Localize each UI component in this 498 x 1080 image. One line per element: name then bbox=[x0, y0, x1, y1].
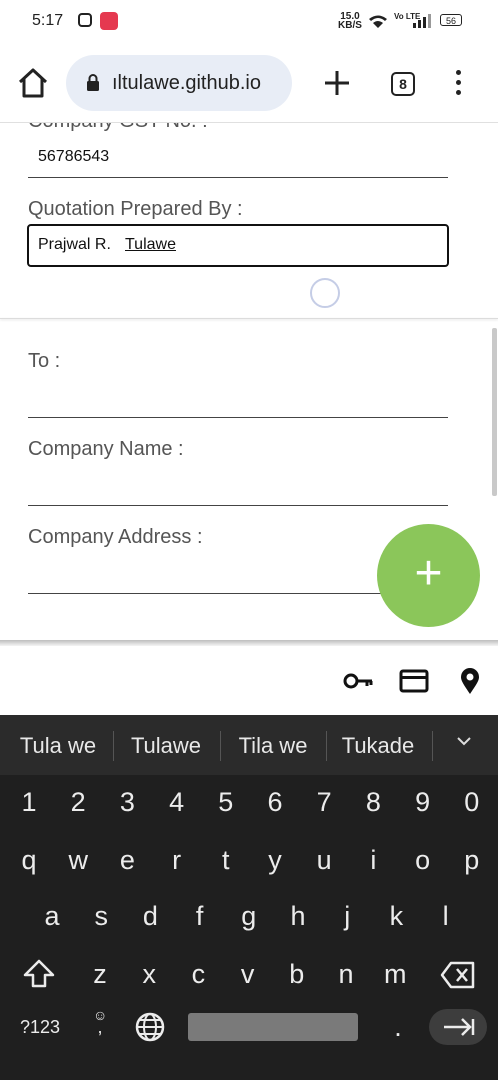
tab-switcher-button[interactable]: 8 bbox=[391, 72, 415, 96]
network-speed: 15.0 KB/S bbox=[338, 11, 362, 31]
key-z[interactable]: z bbox=[80, 954, 120, 994]
key-s[interactable]: s bbox=[81, 896, 121, 936]
key-w[interactable]: w bbox=[58, 840, 98, 880]
wifi-icon bbox=[369, 15, 387, 28]
backspace-icon[interactable] bbox=[440, 961, 476, 989]
key-n[interactable]: n bbox=[326, 954, 366, 994]
shift-icon[interactable] bbox=[22, 958, 56, 990]
status-time: 5:17 bbox=[32, 12, 64, 29]
suggestion-1[interactable]: Tula we bbox=[10, 733, 106, 759]
add-button[interactable]: + bbox=[377, 524, 480, 627]
add-icon: + bbox=[414, 547, 443, 600]
status-bar: 5:17 15.0 KB/S Vo LTE 56 bbox=[0, 0, 498, 44]
space-bar[interactable] bbox=[188, 1013, 358, 1041]
location-pin-icon[interactable] bbox=[454, 667, 486, 695]
key-f[interactable]: f bbox=[180, 896, 220, 936]
prepared-by-input[interactable]: Prajwal R. Tulawe bbox=[27, 224, 449, 267]
key-m[interactable]: m bbox=[375, 954, 415, 994]
suggestion-divider bbox=[113, 731, 114, 761]
to-label: To : bbox=[28, 350, 61, 372]
gst-label: Company GST No. : bbox=[28, 123, 208, 133]
suggestion-divider bbox=[220, 731, 221, 761]
key-0[interactable]: 0 bbox=[452, 782, 492, 822]
loading-spinner bbox=[310, 278, 340, 308]
key-1[interactable]: 1 bbox=[9, 782, 49, 822]
credit-card-icon[interactable] bbox=[398, 667, 430, 695]
to-input[interactable] bbox=[28, 417, 448, 418]
key-2[interactable]: 2 bbox=[58, 782, 98, 822]
browser-toolbar: ıltulawe.github.io 8 bbox=[0, 44, 498, 123]
key-g[interactable]: g bbox=[229, 896, 269, 936]
company-address-input[interactable] bbox=[28, 593, 388, 594]
url-text: ıltulawe.github.io bbox=[112, 72, 261, 94]
globe-icon[interactable] bbox=[134, 1011, 166, 1043]
company-name-label: Company Name : bbox=[28, 438, 184, 460]
keyboard: Tula we Tulawe Tila we Tukade 1234567890… bbox=[0, 715, 498, 1080]
autofill-bar bbox=[0, 647, 498, 715]
password-key-icon[interactable] bbox=[342, 667, 374, 695]
tab-count: 8 bbox=[399, 76, 407, 92]
key-p[interactable]: p bbox=[452, 840, 492, 880]
key-l[interactable]: l bbox=[426, 896, 466, 936]
key-q[interactable]: q bbox=[9, 840, 49, 880]
key-7[interactable]: 7 bbox=[304, 782, 344, 822]
address-bar[interactable]: ıltulawe.github.io bbox=[66, 55, 292, 111]
gst-underline bbox=[28, 177, 448, 178]
home-icon[interactable] bbox=[16, 66, 50, 100]
suggestion-divider bbox=[432, 731, 433, 761]
key-u[interactable]: u bbox=[304, 840, 344, 880]
key-x[interactable]: x bbox=[129, 954, 169, 994]
signal-icon bbox=[413, 14, 431, 28]
key-c[interactable]: c bbox=[178, 954, 218, 994]
overflow-menu-icon[interactable] bbox=[452, 70, 464, 100]
emoji-comma-key[interactable]: ☺ , bbox=[80, 1007, 120, 1047]
prepared-by-last: Tulawe bbox=[125, 236, 176, 253]
suggestion-divider bbox=[326, 731, 327, 761]
key-b[interactable]: b bbox=[277, 954, 317, 994]
key-8[interactable]: 8 bbox=[353, 782, 393, 822]
key-9[interactable]: 9 bbox=[403, 782, 443, 822]
symbols-key[interactable]: ?123 bbox=[18, 1007, 62, 1047]
section-divider bbox=[0, 318, 498, 319]
key-a[interactable]: a bbox=[32, 896, 72, 936]
instagram-icon bbox=[78, 13, 92, 27]
emoji-icon: ☺ bbox=[93, 1007, 108, 1023]
new-tab-icon[interactable] bbox=[322, 68, 352, 98]
period-key[interactable]: . bbox=[378, 1007, 418, 1047]
key-d[interactable]: d bbox=[130, 896, 170, 936]
key-k[interactable]: k bbox=[376, 896, 416, 936]
key-i[interactable]: i bbox=[353, 840, 393, 880]
key-h[interactable]: h bbox=[278, 896, 318, 936]
enter-key[interactable] bbox=[429, 1009, 487, 1045]
page-bottom-edge bbox=[0, 640, 498, 646]
screen-record-icon bbox=[100, 12, 118, 30]
key-j[interactable]: j bbox=[327, 896, 367, 936]
key-3[interactable]: 3 bbox=[107, 782, 147, 822]
company-address-label: Company Address : bbox=[28, 526, 203, 548]
battery-level: 56 bbox=[445, 16, 456, 26]
key-6[interactable]: 6 bbox=[255, 782, 295, 822]
lock-icon bbox=[87, 74, 99, 91]
key-e[interactable]: e bbox=[107, 840, 147, 880]
key-v[interactable]: v bbox=[228, 954, 268, 994]
suggestion-3[interactable]: Tila we bbox=[226, 733, 320, 759]
company-name-input[interactable] bbox=[28, 505, 448, 506]
suggestion-strip: Tula we Tulawe Tila we Tukade bbox=[0, 715, 498, 775]
prepared-by-first: Prajwal R. bbox=[38, 236, 116, 253]
gst-input[interactable]: 56786543 bbox=[38, 148, 109, 166]
key-r[interactable]: r bbox=[157, 840, 197, 880]
tab-arrow-icon bbox=[444, 1018, 475, 1036]
chevron-down-icon[interactable] bbox=[456, 733, 472, 749]
key-o[interactable]: o bbox=[403, 840, 443, 880]
page-scrollbar[interactable] bbox=[492, 328, 497, 496]
suggestion-2[interactable]: Tulawe bbox=[120, 733, 212, 759]
key-5[interactable]: 5 bbox=[206, 782, 246, 822]
prepared-by-label: Quotation Prepared By : bbox=[28, 198, 243, 220]
battery-icon: 56 bbox=[440, 14, 462, 26]
network-speed-text: 15.0 KB/S bbox=[338, 11, 362, 31]
key-y[interactable]: y bbox=[255, 840, 295, 880]
suggestion-4[interactable]: Tukade bbox=[332, 733, 424, 759]
key-t[interactable]: t bbox=[206, 840, 246, 880]
key-4[interactable]: 4 bbox=[157, 782, 197, 822]
